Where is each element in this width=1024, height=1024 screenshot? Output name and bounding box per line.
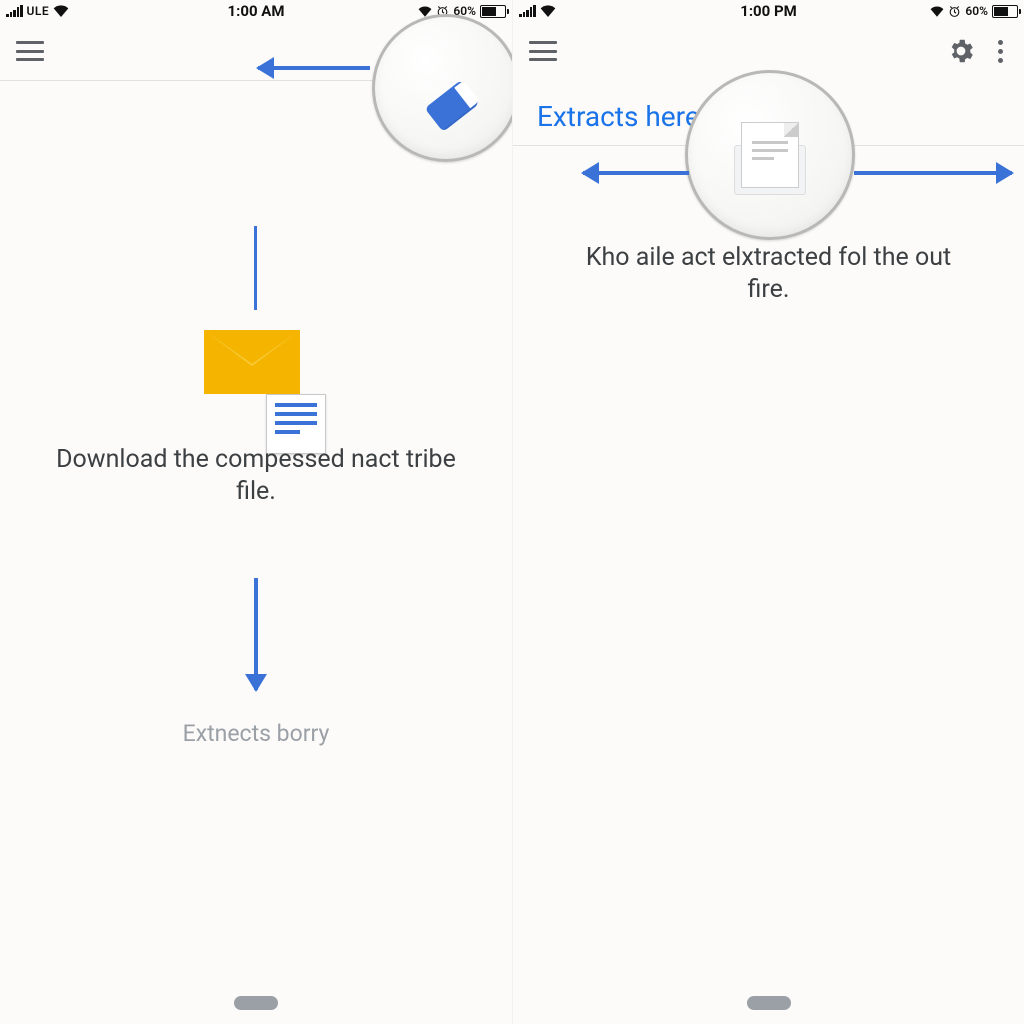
clock: 1:00 PM (740, 2, 797, 20)
signal-icon (6, 5, 23, 17)
phone-screen-left: ULE 1:00 AM 60% (0, 0, 512, 1024)
wifi-icon (930, 6, 944, 17)
nav-pill[interactable] (234, 996, 278, 1010)
alarm-icon (948, 5, 961, 18)
clock: 1:00 AM (228, 2, 285, 20)
overflow-menu-button[interactable] (990, 37, 1010, 65)
settings-button[interactable] (946, 36, 976, 66)
wifi-icon (540, 5, 556, 17)
nav-pill[interactable] (747, 996, 791, 1010)
step-label: Extnects borry (0, 720, 512, 747)
envelope-icon (204, 330, 300, 394)
wifi-icon (53, 5, 69, 17)
battery-pct: 60% (965, 4, 988, 18)
signal-icon (519, 5, 536, 17)
swipe-left-arrow (583, 171, 689, 175)
gesture-highlight-circle (685, 70, 855, 240)
connector-line (254, 226, 257, 310)
step-description: Kho aile act elxtracted fol the out fire… (513, 242, 1024, 306)
battery-icon (480, 5, 506, 18)
document-icon (741, 122, 799, 188)
swipe-right-arrow (854, 171, 1012, 175)
download-illustration (204, 330, 308, 424)
status-bar: 1:00 PM 60% (513, 0, 1024, 22)
menu-button[interactable] (16, 41, 44, 61)
gesture-highlight-circle (372, 14, 512, 162)
phone-screen-right: 1:00 PM 60% Extracts here (512, 0, 1024, 1024)
carrier-label: ULE (27, 4, 50, 18)
swipe-left-arrow (258, 66, 370, 70)
step-description: Download the compessed nact tribe file. (0, 444, 512, 508)
down-arrow (254, 578, 258, 690)
battery-icon (992, 5, 1018, 18)
menu-button[interactable] (529, 41, 557, 61)
eraser-icon (425, 80, 480, 132)
